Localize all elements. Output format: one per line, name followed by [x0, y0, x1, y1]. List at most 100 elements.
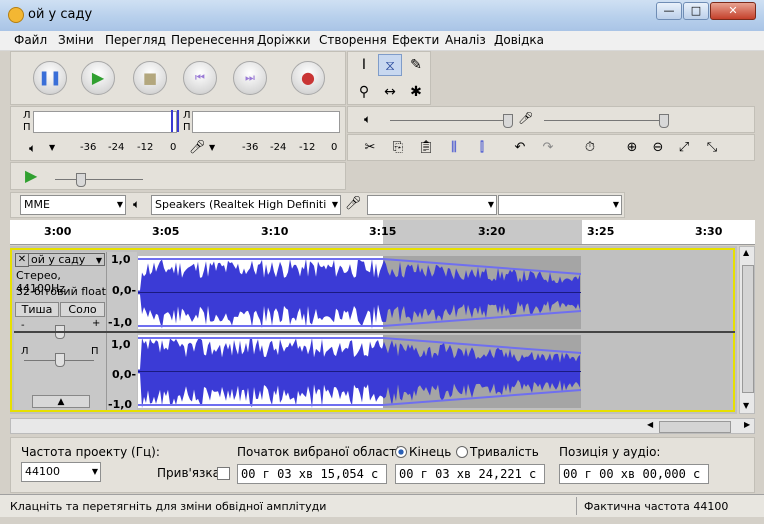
draw-tool-icon[interactable]: ✎	[404, 54, 428, 76]
menu-transport[interactable]: Перенесення	[171, 33, 255, 47]
scale-label: 1,0	[111, 338, 131, 351]
selection-tool-icon[interactable]: I	[352, 54, 376, 76]
menu-tracks[interactable]: Доріжки	[257, 33, 311, 47]
menu-effects[interactable]: Ефекти	[392, 33, 439, 47]
output-device-select[interactable]: Speakers (Realtek High Definiti ▼	[151, 195, 341, 215]
playback-meter-dropdown[interactable]: ▼	[49, 143, 55, 152]
fit-selection-icon[interactable]: ⤢	[672, 137, 696, 159]
speaker-icon[interactable]: 🔈︎	[29, 141, 36, 156]
record-meter[interactable]	[192, 111, 340, 133]
track-name-button[interactable]: ой у саду ▼	[28, 253, 105, 266]
audio-position-value: 00 г 00 хв 00,000 с	[563, 467, 701, 481]
scroll-right-icon[interactable]: ▶	[744, 420, 750, 429]
selection-end-time[interactable]: 00 г 03 хв 24,221 с	[395, 464, 545, 484]
speed-slider[interactable]	[76, 173, 86, 187]
menu-generate[interactable]: Створення	[319, 33, 387, 47]
waveform-right-channel[interactable]	[138, 335, 581, 408]
zoom-in-icon[interactable]: ⊕	[620, 137, 644, 159]
scale-label: -1,0	[108, 398, 133, 411]
snap-label: Прив'язка	[157, 466, 221, 480]
scroll-down-icon[interactable]: ▼	[743, 401, 749, 410]
paste-icon[interactable]: 📋︎	[414, 137, 438, 159]
zoom-out-icon[interactable]: ⊖	[646, 137, 670, 159]
waveform-right-svg	[138, 335, 581, 408]
vertical-scroll-thumb[interactable]	[742, 265, 754, 393]
track-close-icon[interactable]: ✕	[15, 253, 29, 267]
meter-right-label: П	[23, 122, 31, 133]
record-button[interactable]: ●	[291, 61, 325, 95]
status-message: Клацніть та перетягніть для зміни обвідн…	[10, 500, 327, 513]
stop-button[interactable]: ■	[133, 61, 167, 95]
menu-file[interactable]: Файл	[14, 33, 47, 47]
input-volume-slider[interactable]	[659, 114, 669, 128]
selection-start-label: Початок вибраної області:	[237, 445, 404, 459]
rec-scale-1: -36	[242, 142, 259, 153]
fit-project-icon[interactable]: ⤡	[700, 137, 724, 159]
gain-minus-label: -	[21, 320, 25, 331]
audio-position-time[interactable]: 00 г 00 хв 00,000 с	[559, 464, 709, 484]
trim-icon[interactable]: ⫼	[442, 137, 466, 159]
snap-checkbox[interactable]	[217, 467, 230, 480]
output-volume-slider[interactable]	[503, 114, 513, 128]
skip-start-button[interactable]: ⏮	[183, 61, 217, 95]
collapse-track-button[interactable]: ▲	[32, 395, 90, 408]
zoom-tool-icon[interactable]: ⚲	[352, 81, 376, 103]
play-at-speed-icon[interactable]: ▶	[25, 166, 37, 185]
menu-edit[interactable]: Зміни	[58, 33, 94, 47]
redo-icon[interactable]: ↷	[536, 137, 560, 159]
sync-lock-icon[interactable]: ⏱	[578, 137, 602, 159]
vertical-scrollbar[interactable]: ▲ ▼	[739, 246, 755, 414]
horizontal-scrollbar[interactable]: ◀ ▶	[10, 418, 755, 434]
silence-icon[interactable]: ⫿	[470, 137, 494, 159]
input-device-select[interactable]: ▼	[367, 195, 497, 215]
meter-toolbar: Л П Л П 🔈︎ ▼ -36 -24 -12 0 🎤︎ ▼ -36 -24 …	[10, 106, 346, 161]
scroll-left-icon[interactable]: ◀	[647, 420, 653, 429]
play-at-speed-toolbar: ▶	[10, 162, 346, 190]
scale-label: 0,0-	[112, 368, 137, 381]
host-select[interactable]: MME ▼	[20, 195, 126, 215]
rec-scale-2: -24	[270, 142, 287, 153]
pan-slider[interactable]	[55, 353, 65, 367]
envelope-tool-icon[interactable]: ⧖	[378, 54, 402, 76]
output-device-value: Speakers (Realtek High Definiti	[155, 198, 327, 211]
timeshift-tool-icon[interactable]: ↔	[378, 81, 402, 103]
record-meter-dropdown[interactable]: ▼	[209, 143, 215, 152]
menu-help[interactable]: Довідка	[494, 33, 544, 47]
chevron-down-icon: ▼	[91, 467, 98, 476]
pause-button[interactable]: ❚❚	[33, 61, 67, 95]
track-panel: ✕ ой у саду ▼ Стерео, 44100Hz 32-бітовий …	[10, 246, 737, 414]
menu-analyze[interactable]: Аналіз	[445, 33, 486, 47]
tools-toolbar: I ⧖ ✎ ⚲ ↔ ✱	[347, 51, 431, 105]
maximize-button[interactable]: □	[683, 2, 709, 20]
record-meter-left-label: Л	[183, 110, 191, 121]
playback-meter[interactable]	[33, 111, 177, 133]
selection-start-time[interactable]: 00 г 03 хв 15,054 с	[237, 464, 387, 484]
waveform-left-channel[interactable]	[138, 256, 581, 329]
undo-icon[interactable]: ↶	[508, 137, 532, 159]
scroll-up-icon[interactable]: ▲	[743, 248, 749, 257]
length-radio[interactable]	[456, 446, 468, 458]
menu-view[interactable]: Перегляд	[105, 33, 166, 47]
minimize-button[interactable]: —	[656, 2, 682, 20]
play-button[interactable]: ▶	[81, 61, 115, 95]
multi-tool-icon[interactable]: ✱	[404, 81, 428, 103]
copy-icon[interactable]: ⎘	[386, 137, 410, 159]
cut-icon[interactable]: ✂	[358, 137, 382, 159]
audio-position-label: Позиція у аудіо:	[559, 445, 661, 459]
mute-button[interactable]: Тиша	[15, 302, 59, 317]
length-radio-label: Тривалість	[470, 445, 539, 459]
microphone-icon[interactable]: 🎤︎	[189, 140, 206, 155]
solo-button[interactable]: Соло	[60, 302, 105, 317]
chevron-down-icon: ▼	[331, 200, 338, 209]
timeline-ruler[interactable]: 3:00 3:05 3:10 3:15 3:20 3:25 3:30	[10, 220, 755, 245]
end-radio[interactable]	[395, 446, 407, 458]
skip-end-button[interactable]: ⏭	[233, 61, 267, 95]
output-volume-track	[390, 120, 508, 121]
end-radio-label: Кінець	[409, 445, 452, 459]
horizontal-scroll-thumb[interactable]	[659, 421, 731, 433]
output-device-icon: 🔈︎	[133, 197, 141, 211]
input-channels-select[interactable]: ▼	[498, 195, 622, 215]
close-button[interactable]: ✕	[710, 2, 756, 20]
project-rate-select[interactable]: 44100 ▼	[21, 462, 101, 482]
chevron-down-icon: ▼	[95, 256, 102, 265]
